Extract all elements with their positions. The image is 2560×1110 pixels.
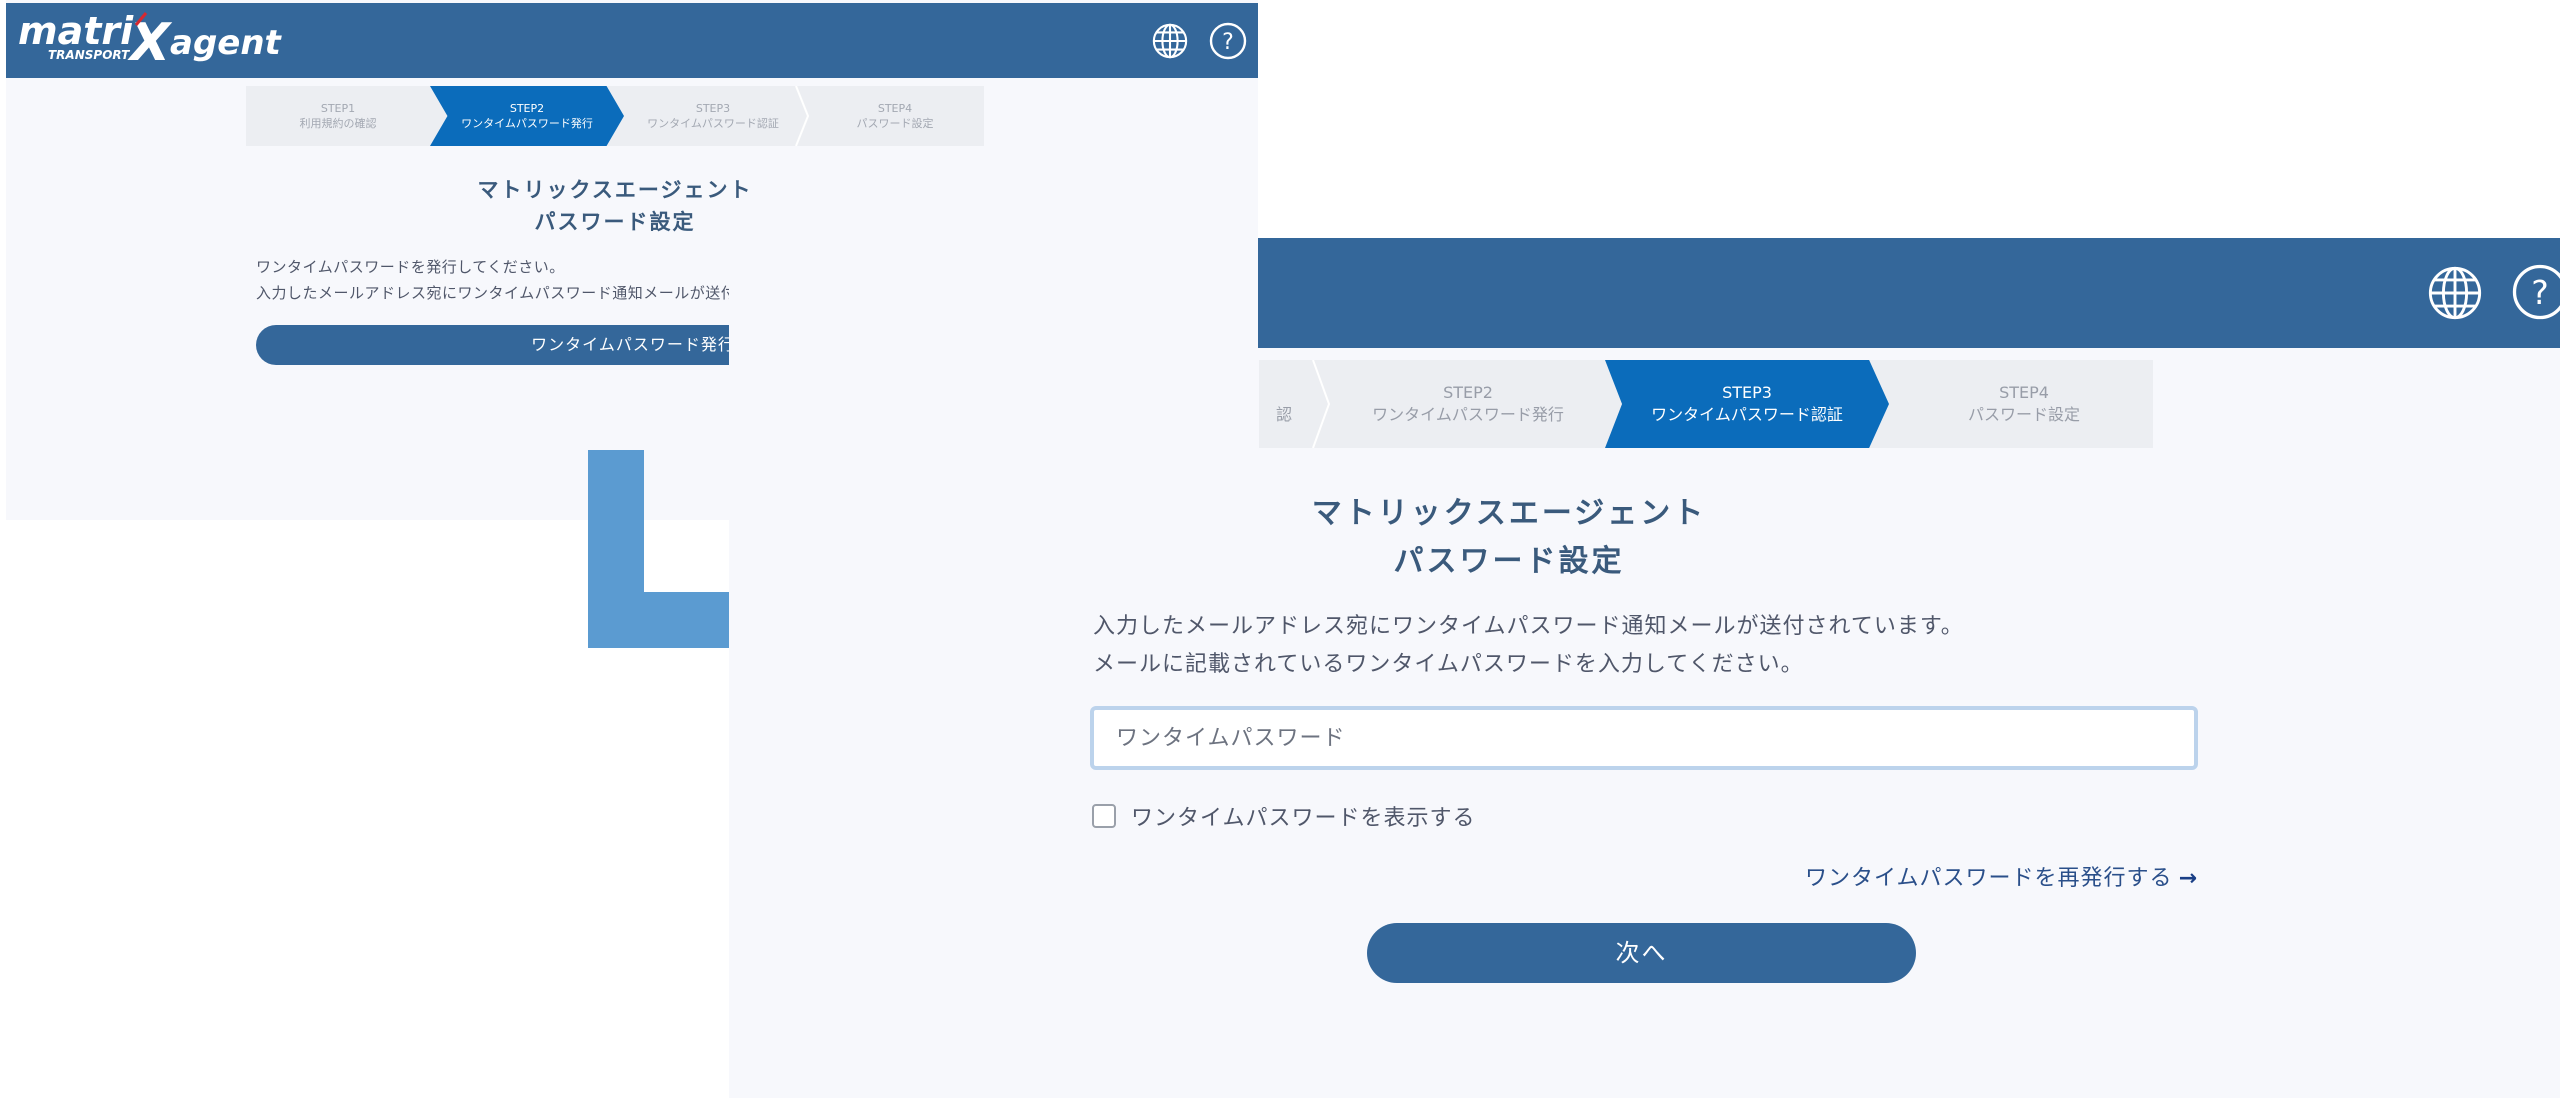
step-label: ワンタイムパスワード発行 xyxy=(1372,405,1564,424)
step-item-3-active: STEP3 ワンタイムパスワード認証 xyxy=(1605,360,1889,448)
resend-otp-link[interactable]: ワンタイムパスワードを再発行する → xyxy=(1805,860,2198,892)
question-circle-icon[interactable]: ? xyxy=(2510,262,2560,322)
screen-step3: ? 認 STEP2 ワンタイムパスワード発行 STEP3 ワンタイムパスワード認… xyxy=(729,238,2560,1098)
instruction-line2: メールに記載されているワンタイムパスワードを入力してください。 xyxy=(1093,652,1804,677)
step-separator xyxy=(1312,360,1331,448)
show-otp-checkbox[interactable] xyxy=(1092,804,1116,828)
step-label: パスワード設定 xyxy=(1967,405,2080,424)
step-item-1: 認 xyxy=(1259,360,1309,448)
page-title-line1: マトリックスエージェント xyxy=(1311,496,1707,531)
app-header: ? xyxy=(1258,238,2560,348)
next-button[interactable]: 次へ xyxy=(1367,923,1916,983)
otp-input[interactable] xyxy=(1090,706,2198,770)
step-label: 認 xyxy=(1275,405,1292,424)
globe-icon[interactable] xyxy=(2426,264,2484,322)
step-progress: 認 STEP2 ワンタイムパスワード発行 STEP3 ワンタイムパスワード認証 … xyxy=(1259,360,2153,448)
resend-otp-text: ワンタイムパスワードを再発行する xyxy=(1805,866,2173,891)
background-panel xyxy=(729,238,1258,518)
show-otp-label[interactable]: ワンタイムパスワードを表示する xyxy=(1131,800,1476,832)
page-title-line2: パスワード設定 xyxy=(1393,544,1625,579)
arrow-right-icon: → xyxy=(2178,866,2198,891)
step-number: STEP4 xyxy=(1999,383,2049,402)
step-number: STEP2 xyxy=(1443,383,1493,402)
step-item-4: STEP4 パスワード設定 xyxy=(1895,360,2153,448)
step-number: STEP3 xyxy=(1722,383,1772,402)
step-item-2: STEP2 ワンタイムパスワード発行 xyxy=(1331,360,1605,448)
svg-text:?: ? xyxy=(2531,273,2549,312)
instruction-line1: 入力したメールアドレス宛にワンタイムパスワード通知メールが送付されています。 xyxy=(1093,614,1964,639)
step-label: ワンタイムパスワード認証 xyxy=(1651,405,1843,424)
